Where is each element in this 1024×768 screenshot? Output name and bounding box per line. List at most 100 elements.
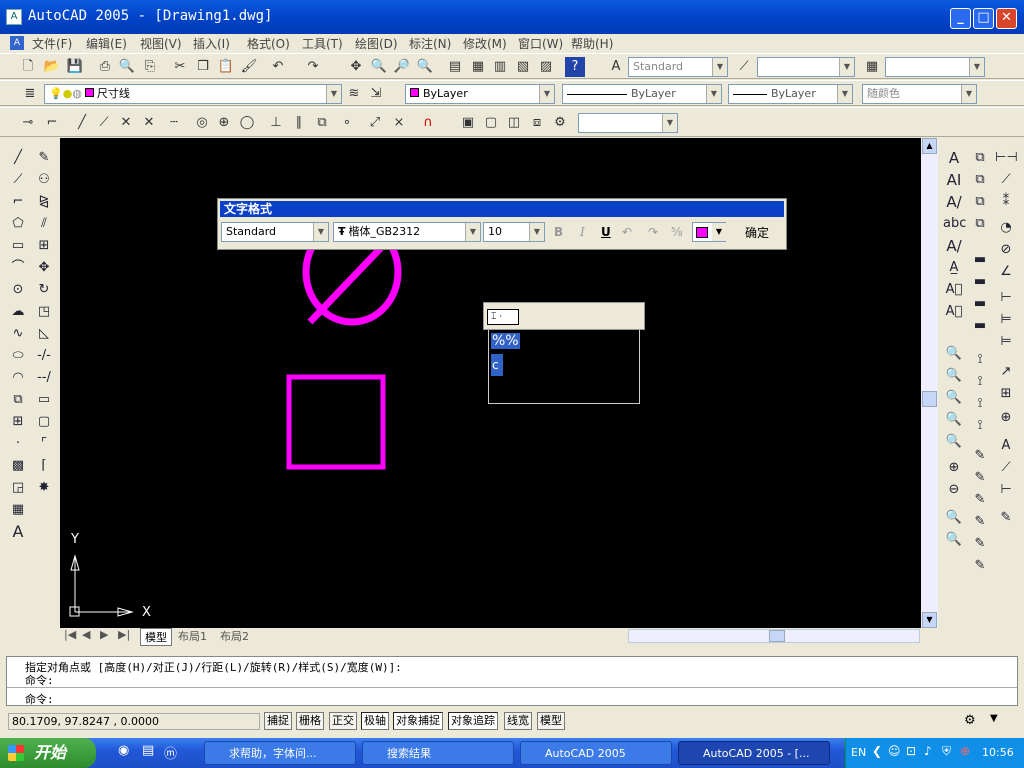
security-icon[interactable]: ⊕ bbox=[960, 744, 970, 758]
edit-text-icon[interactable]: A/ bbox=[943, 192, 965, 212]
break-icon[interactable]: ▢ bbox=[33, 412, 55, 432]
draw-order-3-icon[interactable]: ▬ bbox=[969, 294, 991, 314]
center-mark-icon[interactable]: ⊕ bbox=[995, 408, 1017, 428]
command-window[interactable]: 指定对角点或 [高度(H)/对正(J)/行距(L)/旋转(R)/样式(S)/宽度… bbox=[6, 656, 1018, 706]
single-line-text-icon[interactable]: AI bbox=[943, 170, 965, 190]
scale-text-icon[interactable]: A̲ bbox=[943, 258, 965, 278]
snap-nearest-icon[interactable]: ⤢ bbox=[365, 113, 385, 133]
zoom-scale-icon[interactable]: 🔍 bbox=[943, 388, 965, 408]
draw-order-4-icon[interactable]: ▬ bbox=[969, 316, 991, 336]
start-button[interactable]: 开始 bbox=[0, 738, 96, 768]
view-top-icon[interactable]: ▣ bbox=[458, 113, 478, 133]
save-icon[interactable]: 💾 bbox=[65, 57, 85, 77]
language-indicator[interactable]: EN bbox=[851, 746, 866, 759]
volume-icon[interactable]: ♪ bbox=[924, 744, 932, 758]
text-style-tool-icon[interactable]: A/ bbox=[943, 236, 965, 256]
zoom-realtime-icon[interactable]: 🔍 bbox=[369, 57, 389, 77]
linetype-select[interactable]: ByLayer ▼ bbox=[562, 84, 722, 104]
stack-icon[interactable]: ⅝ bbox=[671, 225, 683, 239]
snap-apparent-intersection-icon[interactable]: ✕ bbox=[139, 113, 159, 133]
explode-icon[interactable]: ✸ bbox=[33, 478, 55, 498]
draw-order-1-icon[interactable]: ▬ bbox=[969, 250, 991, 270]
snap-from-icon[interactable]: ⌐ bbox=[42, 113, 62, 133]
quick-dimension-icon[interactable]: ⊢ bbox=[995, 288, 1017, 308]
bold-button[interactable]: B bbox=[554, 225, 563, 239]
inquiry-3-icon[interactable]: ⟟ bbox=[969, 394, 991, 414]
open-icon[interactable]: 📂 bbox=[42, 57, 62, 77]
command-prompt[interactable]: 命令: bbox=[25, 691, 54, 707]
scroll-down-icon[interactable]: ▼ bbox=[922, 612, 937, 628]
polyline-icon[interactable]: ⌐ bbox=[7, 192, 29, 212]
text-undo-icon[interactable]: ↶ bbox=[622, 225, 632, 239]
dim-style-select[interactable]: ▼ bbox=[757, 57, 855, 77]
ortho-toggle[interactable]: 正交 bbox=[329, 712, 357, 730]
vertical-scrollbar[interactable]: ▲ ▼ bbox=[921, 138, 938, 628]
dimension-text-edit-icon[interactable]: ⟋ bbox=[995, 458, 1017, 478]
fillet-icon[interactable]: ⌈ bbox=[33, 456, 55, 476]
undo-icon[interactable]: ↶ bbox=[268, 57, 288, 77]
zoom-in-icon[interactable]: ⊕ bbox=[943, 458, 965, 478]
task-autocad-drawing[interactable]: AutoCAD 2005 - [... bbox=[678, 741, 830, 765]
layer-tool-1-icon[interactable]: ⧉ bbox=[969, 148, 991, 168]
plot-preview-icon[interactable]: 🔍 bbox=[117, 57, 137, 77]
indent-marker-icon[interactable]: ⌶ · bbox=[487, 309, 519, 325]
table-style-select[interactable]: ▼ bbox=[885, 57, 985, 77]
make-block-icon[interactable]: ⊞ bbox=[7, 412, 29, 432]
arc-icon[interactable]: ⌒ bbox=[7, 258, 29, 278]
h-scroll-thumb[interactable] bbox=[769, 630, 785, 642]
layer-tool-4-icon[interactable]: ⧉ bbox=[969, 214, 991, 234]
maximize-button[interactable]: □ bbox=[973, 8, 994, 29]
dimension-style-tool-icon[interactable]: ✎ bbox=[995, 508, 1017, 528]
mtext-editor[interactable]: ⌶ · %% c bbox=[483, 302, 645, 404]
tolerance-icon[interactable]: ⊞ bbox=[995, 384, 1017, 404]
array-icon[interactable]: ⊞ bbox=[33, 236, 55, 256]
angular-dimension-icon[interactable]: ∠ bbox=[995, 262, 1017, 282]
snap-toggle[interactable]: 捕捉 bbox=[264, 712, 292, 730]
snap-endpoint-icon[interactable]: ╱ bbox=[72, 113, 92, 133]
ellipse-arc-icon[interactable]: ◠ bbox=[7, 368, 29, 388]
plot-style-select[interactable]: 随颜色 ▼ bbox=[862, 84, 977, 104]
markup-icon[interactable]: ▨ bbox=[536, 57, 556, 77]
snap-none-icon[interactable]: ⨯ bbox=[389, 113, 409, 133]
spline-icon[interactable]: ∿ bbox=[7, 324, 29, 344]
model-toggle[interactable]: 模型 bbox=[537, 712, 565, 730]
menu-help[interactable]: 帮助(H) bbox=[571, 35, 613, 52]
minimize-button[interactable]: _ bbox=[950, 8, 971, 29]
zoom-extents-icon[interactable]: 🔍 bbox=[943, 530, 965, 550]
rotate-icon[interactable]: ↻ bbox=[33, 280, 55, 300]
properties-5-icon[interactable]: ✎ bbox=[969, 534, 991, 554]
hatch-icon[interactable]: ▩ bbox=[7, 456, 29, 476]
inquiry-1-icon[interactable]: ⟟ bbox=[969, 350, 991, 370]
circle-icon[interactable]: ⊙ bbox=[7, 280, 29, 300]
scroll-thumb[interactable] bbox=[922, 391, 937, 407]
redo-icon[interactable]: ↷ bbox=[303, 57, 323, 77]
menu-edit[interactable]: 编辑(E) bbox=[86, 35, 127, 52]
layer-select[interactable]: 💡●◍ 尺寸线 ▼ bbox=[44, 84, 342, 104]
temporary-tracking-icon[interactable]: ⊸ bbox=[18, 113, 38, 133]
layer-tool-2-icon[interactable]: ⧉ bbox=[969, 170, 991, 190]
italic-button[interactable]: I bbox=[580, 225, 585, 239]
cut-icon[interactable]: ✂ bbox=[170, 57, 190, 77]
inquiry-2-icon[interactable]: ⟟ bbox=[969, 372, 991, 392]
view-iso-icon[interactable]: ◫ bbox=[504, 113, 524, 133]
zoom-dynamic-icon[interactable]: 🔍 bbox=[943, 366, 965, 386]
ordinate-dimension-icon[interactable]: ⁑ bbox=[995, 192, 1017, 212]
network-icon[interactable]: ⊡ bbox=[906, 744, 916, 758]
tab-model[interactable]: 模型 bbox=[140, 628, 172, 646]
find-text-icon[interactable]: abc bbox=[943, 214, 966, 234]
snap-insert-icon[interactable]: ⧉ bbox=[312, 113, 332, 133]
construction-line-icon[interactable]: ⟋ bbox=[7, 170, 29, 190]
justify-text-icon[interactable]: A⃞ bbox=[943, 280, 965, 300]
lineweight-toggle[interactable]: 线宽 bbox=[504, 712, 532, 730]
properties-3-icon[interactable]: ✎ bbox=[969, 490, 991, 510]
font-dropdown[interactable]: Ŧ 楷体_GB2312 ▼ bbox=[333, 222, 481, 242]
mirror-icon[interactable]: ⧎ bbox=[33, 192, 55, 212]
properties-2-icon[interactable]: ✎ bbox=[969, 468, 991, 488]
tray-expand-icon[interactable]: ❮ bbox=[872, 744, 882, 758]
insert-block-icon[interactable]: ⧉ bbox=[7, 390, 29, 410]
view-manager-icon[interactable]: ⧈ bbox=[527, 113, 547, 133]
osnap-toggle[interactable]: 对象捕捉 bbox=[393, 712, 443, 730]
autocad-app-icon[interactable]: A bbox=[6, 9, 22, 25]
menu-tools[interactable]: 工具(T) bbox=[302, 35, 343, 52]
diameter-dimension-icon[interactable]: ⊘ bbox=[995, 240, 1017, 260]
